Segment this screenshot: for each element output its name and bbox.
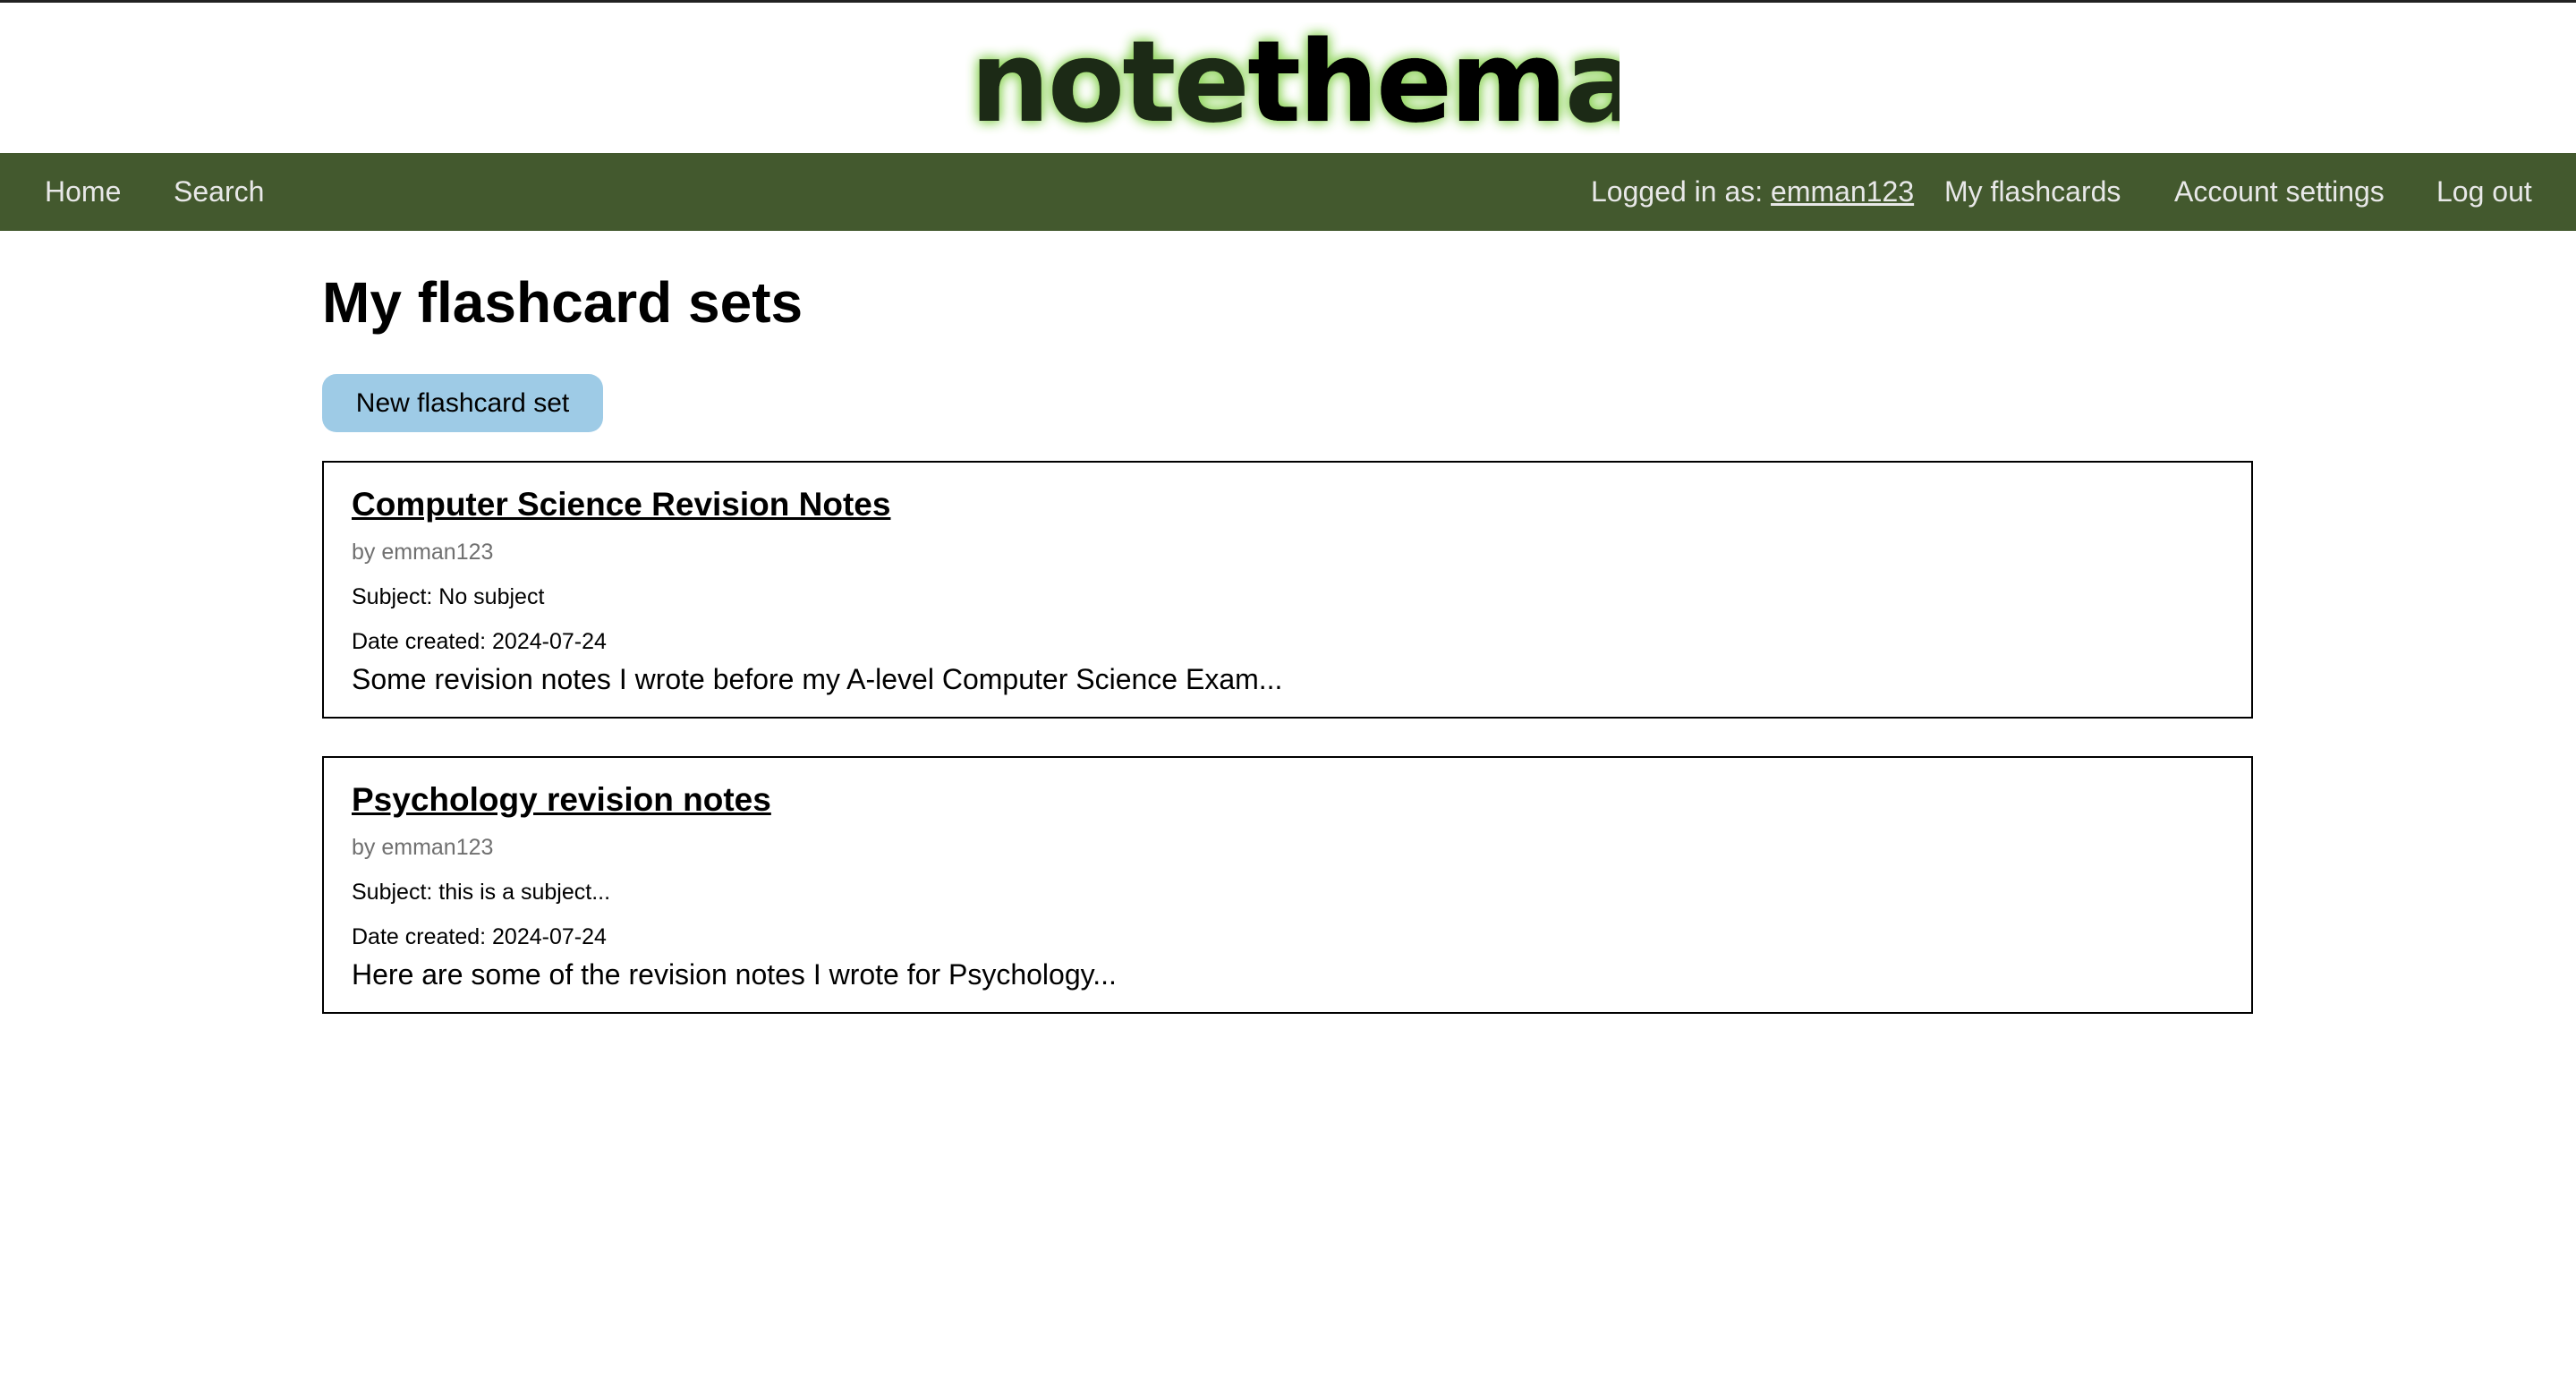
nav-log-out-link[interactable]: Log out xyxy=(2436,153,2532,231)
main-navbar: Home Search Logged in as: emman123 My fl… xyxy=(0,153,2576,231)
nav-home-link[interactable]: Home xyxy=(45,153,121,231)
flashcard-set-date: Date created: 2024-07-24 xyxy=(352,629,607,654)
flashcard-set-description: Some revision notes I wrote before my A-… xyxy=(352,663,1283,695)
page-title: My flashcard sets xyxy=(322,270,803,335)
nav-username-link[interactable]: emman123 xyxy=(1771,175,1914,208)
nav-search-link[interactable]: Search xyxy=(174,153,264,231)
logged-in-label: Logged in as: xyxy=(1591,175,1772,208)
flashcard-set-title-link[interactable]: Psychology revision notes xyxy=(352,781,771,819)
new-flashcard-set-button[interactable]: New flashcard set xyxy=(322,374,603,432)
flashcard-set-card: Psychology revision notes by emman123 Su… xyxy=(322,756,2253,1014)
flashcard-set-card: Computer Science Revision Notes by emman… xyxy=(322,461,2253,719)
logo-wordmark: notethemall xyxy=(970,22,1620,139)
site-logo[interactable]: notethemall xyxy=(959,22,1620,139)
flashcard-set-date: Date created: 2024-07-24 xyxy=(352,924,607,949)
flashcard-set-author: by emman123 xyxy=(352,540,494,565)
flashcard-set-author: by emman123 xyxy=(352,835,494,860)
nav-account-settings-link[interactable]: Account settings xyxy=(2174,153,2385,231)
flashcard-set-title-link[interactable]: Computer Science Revision Notes xyxy=(352,486,890,523)
flashcard-set-subject: Subject: No subject xyxy=(352,584,545,609)
flashcard-set-subject: Subject: this is a subject... xyxy=(352,880,611,905)
flashcard-set-description: Here are some of the revision notes I wr… xyxy=(352,958,1117,991)
logged-in-status: Logged in as: emman123 xyxy=(1591,153,1914,231)
site-header: notethemall xyxy=(0,3,2576,153)
nav-my-flashcards-link[interactable]: My flashcards xyxy=(1944,153,2121,231)
